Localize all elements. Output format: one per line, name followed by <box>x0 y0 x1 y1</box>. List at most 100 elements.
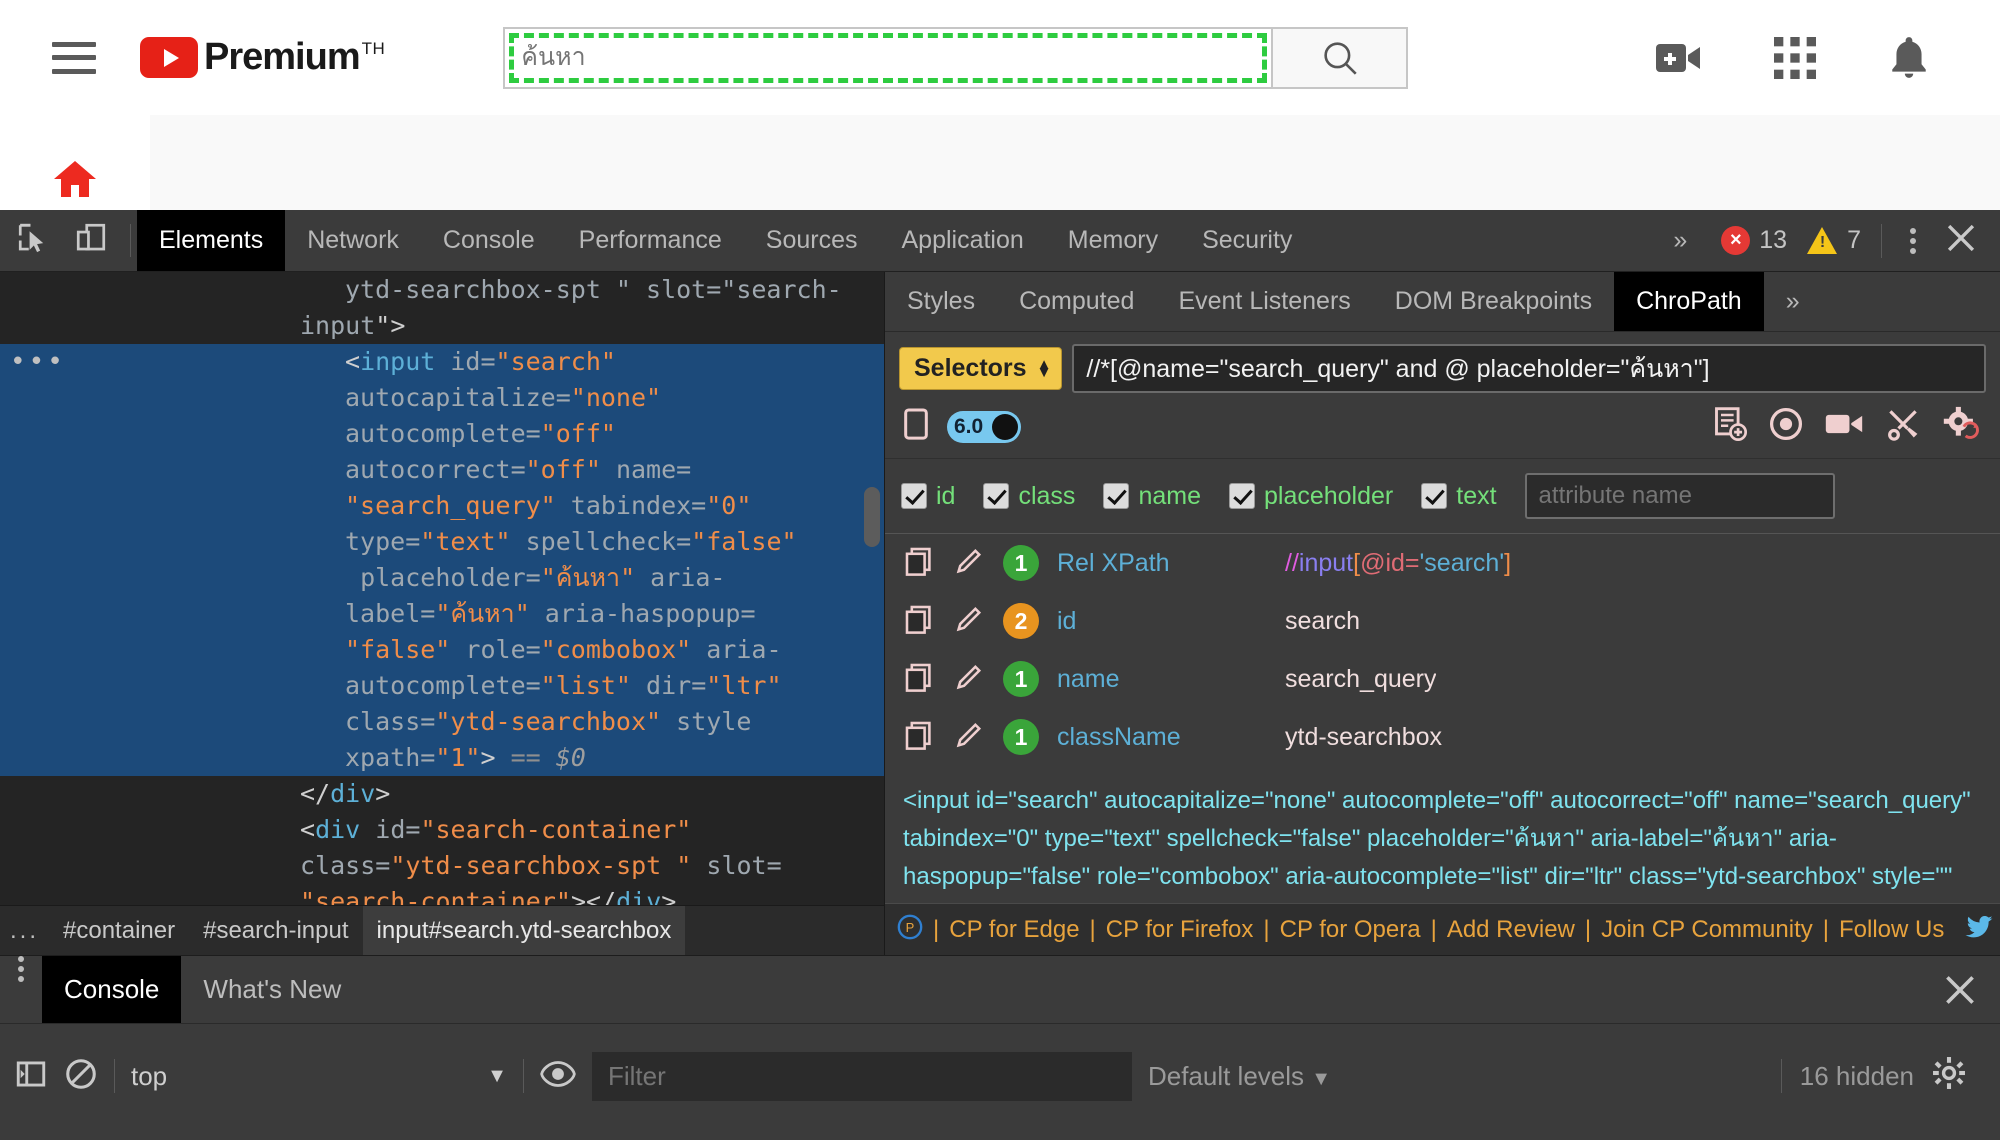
dom-line-ellipsis-icon[interactable]: ••• <box>10 344 66 380</box>
drawer-more-options-icon[interactable] <box>0 956 42 1023</box>
version-toggle[interactable]: 6.0 <box>947 410 1021 443</box>
filter-name[interactable]: name <box>1103 482 1201 511</box>
dom-line[interactable]: input"> <box>0 308 884 344</box>
selector-value[interactable]: search_query <box>1285 665 1436 694</box>
filter-id[interactable]: id <box>901 482 955 511</box>
dom-line[interactable]: </div> <box>0 776 884 812</box>
error-badge[interactable]: × 13 <box>1721 226 1787 255</box>
copy-icon[interactable] <box>903 545 935 582</box>
selector-row[interactable]: 2 id search <box>885 592 2000 650</box>
edit-pencil-icon[interactable] <box>953 545 985 582</box>
dom-line[interactable]: autocomplete="off" <box>0 416 884 452</box>
attribute-name-input[interactable] <box>1524 473 1835 519</box>
filter-class[interactable]: class <box>983 482 1075 511</box>
dom-line[interactable]: autocorrect="off" name= <box>0 452 884 488</box>
dom-tree-pane[interactable]: ytd-searchbox-spt " slot="search-input">… <box>0 272 885 955</box>
settings-reset-icon[interactable] <box>1942 405 1982 448</box>
live-expression-icon[interactable] <box>540 1059 576 1094</box>
dom-line[interactable]: autocomplete="list" dir="ltr" <box>0 668 884 704</box>
checkbox-name[interactable] <box>1103 483 1130 509</box>
dom-line[interactable]: xpath="1"> == $0 <box>0 740 884 776</box>
console-filter-input[interactable] <box>591 1051 1132 1101</box>
mobile-view-icon[interactable] <box>901 407 931 446</box>
dom-line[interactable]: "search_query" tabindex="0" <box>0 488 884 524</box>
hamburger-menu-icon[interactable] <box>52 41 96 74</box>
selector-row[interactable]: 1 className ytd-searchbox <box>885 708 2000 766</box>
search-input[interactable] <box>505 43 1272 72</box>
edit-pencil-icon[interactable] <box>953 603 985 640</box>
selector-mode-dropdown[interactable]: Selectors ▲ ▼ <box>899 347 1063 390</box>
checkbox-id[interactable] <box>901 483 927 509</box>
apps-grid-icon[interactable] <box>1774 36 1816 79</box>
tab-styles[interactable]: Styles <box>885 272 997 331</box>
notifications-bell-icon[interactable] <box>1888 35 1930 81</box>
tab-application[interactable]: Application <box>879 210 1045 271</box>
home-icon[interactable] <box>50 155 100 208</box>
console-sidebar-icon[interactable] <box>14 1057 48 1096</box>
copy-icon[interactable] <box>903 719 935 756</box>
settings-gear-icon[interactable] <box>1932 1056 1966 1097</box>
twitter-icon[interactable] <box>1964 914 1994 945</box>
dom-line[interactable]: <div id="search-container" <box>0 812 884 848</box>
search-button[interactable] <box>1273 26 1409 89</box>
footer-link-cp-for-edge[interactable]: CP for Edge <box>949 916 1079 944</box>
breadcrumb-item-input-search[interactable]: input#search.ytd-searchbox <box>362 905 686 955</box>
create-video-icon[interactable] <box>1654 38 1702 78</box>
filter-text[interactable]: text <box>1421 482 1497 511</box>
selector-row[interactable]: 1 Rel XPath //input[@id='search'] <box>885 534 2000 592</box>
video-camera-icon[interactable] <box>1824 408 1864 445</box>
breadcrumb-ellipsis[interactable]: ... <box>0 917 49 945</box>
drawer-tab-whats-new[interactable]: What's New <box>181 956 363 1023</box>
add-page-icon[interactable] <box>1712 406 1748 447</box>
log-levels-dropdown[interactable]: Default levels ▼ <box>1148 1061 1331 1092</box>
xpath-input[interactable] <box>1072 344 1986 393</box>
checkbox-placeholder[interactable] <box>1228 483 1255 509</box>
more-tabs-chevron-icon[interactable]: » <box>1659 226 1701 255</box>
tab-memory[interactable]: Memory <box>1046 210 1180 271</box>
tab-sources[interactable]: Sources <box>744 210 880 271</box>
drawer-tab-console[interactable]: Console <box>42 956 182 1023</box>
drawer-close-icon[interactable] <box>1942 956 2000 1023</box>
checkbox-text[interactable] <box>1421 483 1448 509</box>
copy-icon[interactable] <box>903 661 935 698</box>
selector-row[interactable]: 1 name search_query <box>885 650 2000 708</box>
edit-pencil-icon[interactable] <box>953 719 985 756</box>
record-icon[interactable] <box>1768 406 1804 447</box>
inspect-element-icon[interactable] <box>16 221 50 260</box>
tab-event-listeners[interactable]: Event Listeners <box>1156 272 1372 331</box>
dom-line[interactable]: autocapitalize="none" <box>0 380 884 416</box>
tab-security[interactable]: Security <box>1180 210 1314 271</box>
warning-badge[interactable]: 7 <box>1807 226 1861 255</box>
dom-line[interactable]: class="ytd-searchbox-spt " slot= <box>0 848 884 884</box>
breadcrumb-item-search-input[interactable]: #search-input <box>189 906 362 956</box>
search-box[interactable] <box>503 26 1274 89</box>
dom-line[interactable]: "false" role="combobox" aria- <box>0 632 884 668</box>
chropath-more-tabs-icon[interactable]: » <box>1764 272 1822 331</box>
tab-performance[interactable]: Performance <box>557 210 744 271</box>
dom-line[interactable]: ••• <input id="search" <box>0 344 884 380</box>
footer-link-cp-for-firefox[interactable]: CP for Firefox <box>1106 916 1254 944</box>
tools-icon[interactable] <box>1884 406 1922 447</box>
copy-icon[interactable] <box>903 603 935 640</box>
device-toolbar-icon[interactable] <box>74 221 108 260</box>
tab-computed[interactable]: Computed <box>997 272 1156 331</box>
checkbox-class[interactable] <box>983 483 1010 509</box>
selector-value[interactable]: //input[@id='search'] <box>1285 549 1511 578</box>
tab-network[interactable]: Network <box>285 210 421 271</box>
dom-scrollbar[interactable] <box>864 487 880 547</box>
tab-dom-breakpoints[interactable]: DOM Breakpoints <box>1373 272 1614 331</box>
breadcrumb-item-container[interactable]: #container <box>49 906 189 956</box>
selector-value[interactable]: search <box>1285 607 1360 636</box>
more-options-icon[interactable] <box>1902 227 1924 254</box>
tab-console[interactable]: Console <box>421 210 557 271</box>
footer-link-join-cp-community[interactable]: Join CP Community <box>1601 916 1813 944</box>
dom-line[interactable]: ytd-searchbox-spt " slot="search- <box>0 272 884 308</box>
tab-elements[interactable]: Elements <box>137 210 286 271</box>
dom-line[interactable]: class="ytd-searchbox" style <box>0 704 884 740</box>
clear-console-icon[interactable] <box>64 1057 98 1096</box>
close-icon[interactable] <box>1944 221 1978 260</box>
context-selector[interactable]: top ▼ <box>131 1061 507 1092</box>
dom-line[interactable]: type="text" spellcheck="false" <box>0 524 884 560</box>
footer-link-follow-us[interactable]: Follow Us <box>1839 916 1944 944</box>
dom-line[interactable]: label="ค้นหา" aria-haspopup= <box>0 596 884 632</box>
